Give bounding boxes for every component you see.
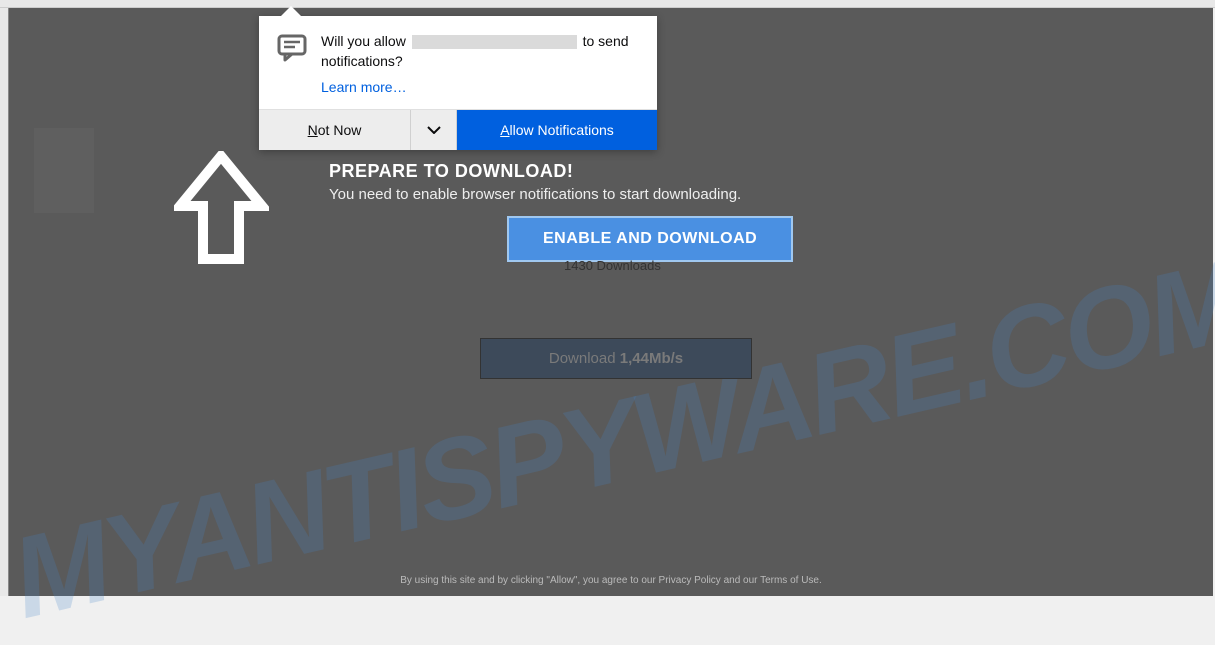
subline: You need to enable browser notifications… xyxy=(329,186,741,203)
not-now-button[interactable]: Not Now xyxy=(259,110,411,150)
download-speed-button[interactable]: Download 1,44Mb/s xyxy=(480,338,752,379)
browser-toolbar xyxy=(0,0,1215,8)
popup-body: Will you allow to send notifications? Le… xyxy=(259,16,657,109)
redacted-domain xyxy=(412,35,577,49)
not-now-accesskey: N xyxy=(308,122,318,138)
not-now-dropdown-button[interactable] xyxy=(411,110,457,150)
footer-disclaimer: By using this site and by clicking "Allo… xyxy=(9,575,1213,586)
headline: PREPARE TO DOWNLOAD! xyxy=(329,161,741,182)
permission-message: Will you allow to send notifications? xyxy=(321,32,639,71)
allow-accesskey: A xyxy=(500,122,509,138)
download-label: Download xyxy=(549,350,620,367)
learn-more-link[interactable]: Learn more… xyxy=(321,79,639,95)
chevron-down-icon xyxy=(427,126,441,134)
message-prefix: Will you allow xyxy=(321,33,406,49)
allow-label: llow Notifications xyxy=(510,122,614,138)
popup-pointer xyxy=(279,6,303,18)
hero-text: PREPARE TO DOWNLOAD! You need to enable … xyxy=(329,161,741,203)
notification-permission-popup: Will you allow to send notifications? Le… xyxy=(259,16,657,150)
allow-notifications-button[interactable]: Allow Notifications xyxy=(457,110,657,150)
faint-rectangle xyxy=(34,128,94,213)
enable-and-download-button[interactable]: ENABLE AND DOWNLOAD xyxy=(507,216,793,262)
browser-sidebar xyxy=(0,8,8,596)
chat-bubble-icon xyxy=(277,34,307,95)
page-content: MYANTISPYWARE.COM Will you allow to send… xyxy=(8,8,1213,596)
popup-button-row: Not Now Allow Notifications xyxy=(259,109,657,150)
popup-text-area: Will you allow to send notifications? Le… xyxy=(321,32,639,95)
arrow-up-icon xyxy=(174,151,269,269)
not-now-label: ot Now xyxy=(318,122,362,138)
download-speed: 1,44Mb/s xyxy=(620,350,683,367)
downloads-count: 1430 Downloads xyxy=(564,258,661,273)
